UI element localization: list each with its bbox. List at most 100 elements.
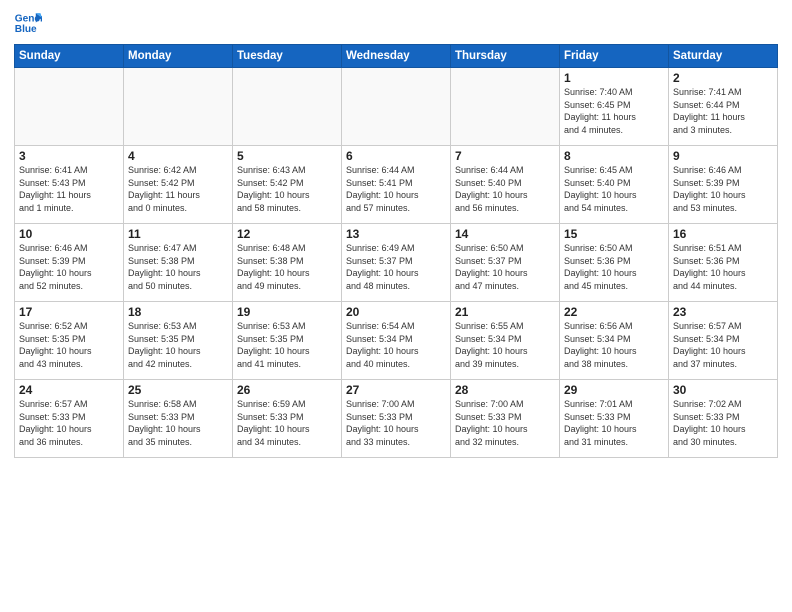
calendar-cell: 13Sunrise: 6:49 AM Sunset: 5:37 PM Dayli… bbox=[342, 224, 451, 302]
cell-info: Sunrise: 7:01 AM Sunset: 5:33 PM Dayligh… bbox=[564, 398, 664, 448]
cell-info: Sunrise: 6:57 AM Sunset: 5:34 PM Dayligh… bbox=[673, 320, 773, 370]
logo-icon: General Blue bbox=[14, 10, 42, 38]
weekday-header-friday: Friday bbox=[560, 45, 669, 68]
calendar-cell: 26Sunrise: 6:59 AM Sunset: 5:33 PM Dayli… bbox=[233, 380, 342, 458]
cell-info: Sunrise: 6:52 AM Sunset: 5:35 PM Dayligh… bbox=[19, 320, 119, 370]
day-number: 21 bbox=[455, 305, 555, 319]
svg-text:Blue: Blue bbox=[15, 24, 37, 35]
day-number: 19 bbox=[237, 305, 337, 319]
calendar-cell: 24Sunrise: 6:57 AM Sunset: 5:33 PM Dayli… bbox=[15, 380, 124, 458]
cell-info: Sunrise: 6:45 AM Sunset: 5:40 PM Dayligh… bbox=[564, 164, 664, 214]
calendar-cell bbox=[451, 68, 560, 146]
cell-info: Sunrise: 6:41 AM Sunset: 5:43 PM Dayligh… bbox=[19, 164, 119, 214]
day-number: 20 bbox=[346, 305, 446, 319]
day-number: 5 bbox=[237, 149, 337, 163]
cell-info: Sunrise: 6:55 AM Sunset: 5:34 PM Dayligh… bbox=[455, 320, 555, 370]
calendar-cell: 2Sunrise: 7:41 AM Sunset: 6:44 PM Daylig… bbox=[669, 68, 778, 146]
day-number: 8 bbox=[564, 149, 664, 163]
calendar-cell: 11Sunrise: 6:47 AM Sunset: 5:38 PM Dayli… bbox=[124, 224, 233, 302]
calendar-cell: 8Sunrise: 6:45 AM Sunset: 5:40 PM Daylig… bbox=[560, 146, 669, 224]
weekday-header-monday: Monday bbox=[124, 45, 233, 68]
day-number: 2 bbox=[673, 71, 773, 85]
day-number: 22 bbox=[564, 305, 664, 319]
cell-info: Sunrise: 6:46 AM Sunset: 5:39 PM Dayligh… bbox=[19, 242, 119, 292]
day-number: 15 bbox=[564, 227, 664, 241]
logo: General Blue bbox=[14, 10, 44, 38]
day-number: 28 bbox=[455, 383, 555, 397]
header: General Blue bbox=[14, 10, 778, 38]
calendar-cell: 30Sunrise: 7:02 AM Sunset: 5:33 PM Dayli… bbox=[669, 380, 778, 458]
day-number: 29 bbox=[564, 383, 664, 397]
cell-info: Sunrise: 7:02 AM Sunset: 5:33 PM Dayligh… bbox=[673, 398, 773, 448]
day-number: 9 bbox=[673, 149, 773, 163]
calendar-cell: 19Sunrise: 6:53 AM Sunset: 5:35 PM Dayli… bbox=[233, 302, 342, 380]
weekday-header-tuesday: Tuesday bbox=[233, 45, 342, 68]
day-number: 7 bbox=[455, 149, 555, 163]
day-number: 23 bbox=[673, 305, 773, 319]
day-number: 27 bbox=[346, 383, 446, 397]
calendar-cell: 23Sunrise: 6:57 AM Sunset: 5:34 PM Dayli… bbox=[669, 302, 778, 380]
week-row-5: 24Sunrise: 6:57 AM Sunset: 5:33 PM Dayli… bbox=[15, 380, 778, 458]
cell-info: Sunrise: 6:48 AM Sunset: 5:38 PM Dayligh… bbox=[237, 242, 337, 292]
calendar-table: SundayMondayTuesdayWednesdayThursdayFrid… bbox=[14, 44, 778, 458]
week-row-3: 10Sunrise: 6:46 AM Sunset: 5:39 PM Dayli… bbox=[15, 224, 778, 302]
cell-info: Sunrise: 7:00 AM Sunset: 5:33 PM Dayligh… bbox=[346, 398, 446, 448]
cell-info: Sunrise: 6:53 AM Sunset: 5:35 PM Dayligh… bbox=[128, 320, 228, 370]
cell-info: Sunrise: 6:59 AM Sunset: 5:33 PM Dayligh… bbox=[237, 398, 337, 448]
calendar-cell: 29Sunrise: 7:01 AM Sunset: 5:33 PM Dayli… bbox=[560, 380, 669, 458]
calendar-cell: 22Sunrise: 6:56 AM Sunset: 5:34 PM Dayli… bbox=[560, 302, 669, 380]
cell-info: Sunrise: 6:58 AM Sunset: 5:33 PM Dayligh… bbox=[128, 398, 228, 448]
calendar-cell bbox=[233, 68, 342, 146]
day-number: 25 bbox=[128, 383, 228, 397]
weekday-header-saturday: Saturday bbox=[669, 45, 778, 68]
calendar-cell: 3Sunrise: 6:41 AM Sunset: 5:43 PM Daylig… bbox=[15, 146, 124, 224]
cell-info: Sunrise: 6:53 AM Sunset: 5:35 PM Dayligh… bbox=[237, 320, 337, 370]
day-number: 24 bbox=[19, 383, 119, 397]
week-row-1: 1Sunrise: 7:40 AM Sunset: 6:45 PM Daylig… bbox=[15, 68, 778, 146]
week-row-4: 17Sunrise: 6:52 AM Sunset: 5:35 PM Dayli… bbox=[15, 302, 778, 380]
cell-info: Sunrise: 6:43 AM Sunset: 5:42 PM Dayligh… bbox=[237, 164, 337, 214]
calendar-cell: 4Sunrise: 6:42 AM Sunset: 5:42 PM Daylig… bbox=[124, 146, 233, 224]
cell-info: Sunrise: 6:57 AM Sunset: 5:33 PM Dayligh… bbox=[19, 398, 119, 448]
calendar-cell: 15Sunrise: 6:50 AM Sunset: 5:36 PM Dayli… bbox=[560, 224, 669, 302]
day-number: 13 bbox=[346, 227, 446, 241]
calendar-cell: 5Sunrise: 6:43 AM Sunset: 5:42 PM Daylig… bbox=[233, 146, 342, 224]
cell-info: Sunrise: 6:54 AM Sunset: 5:34 PM Dayligh… bbox=[346, 320, 446, 370]
day-number: 16 bbox=[673, 227, 773, 241]
calendar-cell: 16Sunrise: 6:51 AM Sunset: 5:36 PM Dayli… bbox=[669, 224, 778, 302]
cell-info: Sunrise: 6:47 AM Sunset: 5:38 PM Dayligh… bbox=[128, 242, 228, 292]
calendar-cell: 12Sunrise: 6:48 AM Sunset: 5:38 PM Dayli… bbox=[233, 224, 342, 302]
calendar-cell bbox=[342, 68, 451, 146]
day-number: 12 bbox=[237, 227, 337, 241]
calendar-cell: 20Sunrise: 6:54 AM Sunset: 5:34 PM Dayli… bbox=[342, 302, 451, 380]
calendar-cell bbox=[15, 68, 124, 146]
cell-info: Sunrise: 6:50 AM Sunset: 5:37 PM Dayligh… bbox=[455, 242, 555, 292]
calendar-cell: 10Sunrise: 6:46 AM Sunset: 5:39 PM Dayli… bbox=[15, 224, 124, 302]
calendar-cell bbox=[124, 68, 233, 146]
weekday-header-sunday: Sunday bbox=[15, 45, 124, 68]
cell-info: Sunrise: 6:51 AM Sunset: 5:36 PM Dayligh… bbox=[673, 242, 773, 292]
calendar-cell: 21Sunrise: 6:55 AM Sunset: 5:34 PM Dayli… bbox=[451, 302, 560, 380]
calendar-cell: 9Sunrise: 6:46 AM Sunset: 5:39 PM Daylig… bbox=[669, 146, 778, 224]
calendar-cell: 7Sunrise: 6:44 AM Sunset: 5:40 PM Daylig… bbox=[451, 146, 560, 224]
calendar-cell: 6Sunrise: 6:44 AM Sunset: 5:41 PM Daylig… bbox=[342, 146, 451, 224]
day-number: 4 bbox=[128, 149, 228, 163]
calendar-cell: 28Sunrise: 7:00 AM Sunset: 5:33 PM Dayli… bbox=[451, 380, 560, 458]
cell-info: Sunrise: 7:40 AM Sunset: 6:45 PM Dayligh… bbox=[564, 86, 664, 136]
calendar-cell: 27Sunrise: 7:00 AM Sunset: 5:33 PM Dayli… bbox=[342, 380, 451, 458]
day-number: 30 bbox=[673, 383, 773, 397]
day-number: 11 bbox=[128, 227, 228, 241]
calendar-cell: 17Sunrise: 6:52 AM Sunset: 5:35 PM Dayli… bbox=[15, 302, 124, 380]
week-row-2: 3Sunrise: 6:41 AM Sunset: 5:43 PM Daylig… bbox=[15, 146, 778, 224]
cell-info: Sunrise: 6:56 AM Sunset: 5:34 PM Dayligh… bbox=[564, 320, 664, 370]
weekday-header-wednesday: Wednesday bbox=[342, 45, 451, 68]
day-number: 10 bbox=[19, 227, 119, 241]
weekday-header-row: SundayMondayTuesdayWednesdayThursdayFrid… bbox=[15, 45, 778, 68]
cell-info: Sunrise: 6:44 AM Sunset: 5:41 PM Dayligh… bbox=[346, 164, 446, 214]
day-number: 3 bbox=[19, 149, 119, 163]
cell-info: Sunrise: 7:00 AM Sunset: 5:33 PM Dayligh… bbox=[455, 398, 555, 448]
day-number: 26 bbox=[237, 383, 337, 397]
cell-info: Sunrise: 6:42 AM Sunset: 5:42 PM Dayligh… bbox=[128, 164, 228, 214]
cell-info: Sunrise: 6:50 AM Sunset: 5:36 PM Dayligh… bbox=[564, 242, 664, 292]
day-number: 14 bbox=[455, 227, 555, 241]
